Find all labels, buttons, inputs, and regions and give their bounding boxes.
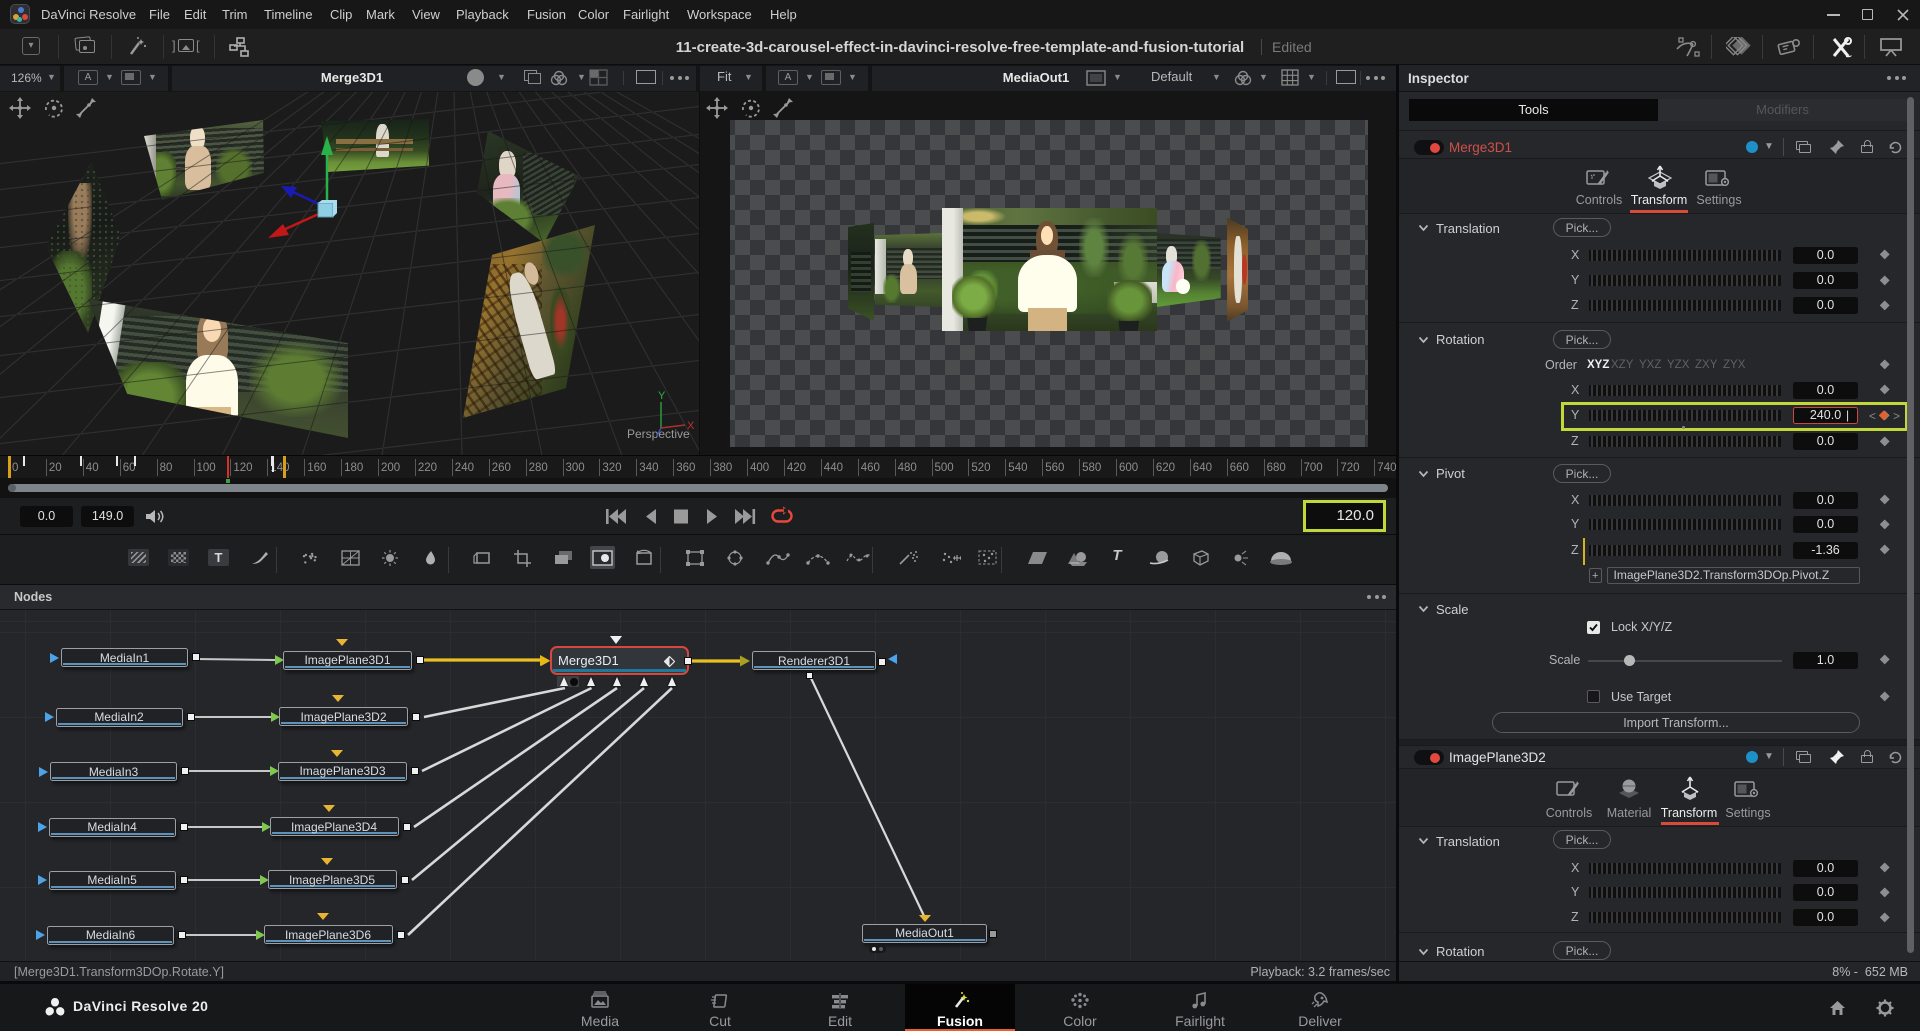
svg-text:X: X xyxy=(687,420,695,432)
svg-text:Y: Y xyxy=(658,390,666,402)
